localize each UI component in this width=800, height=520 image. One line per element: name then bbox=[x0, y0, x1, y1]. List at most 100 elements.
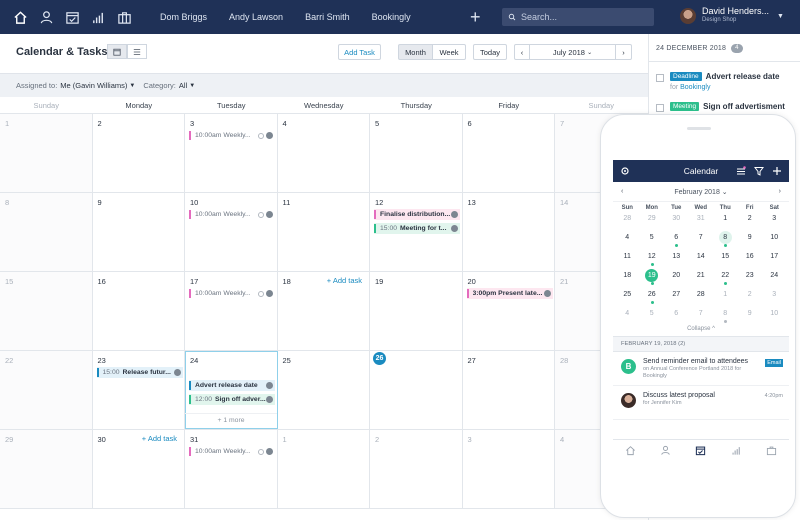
calendar-day[interactable]: 25 bbox=[278, 351, 370, 429]
calendar-event[interactable]: Advert release date bbox=[189, 380, 275, 391]
calendar-day[interactable]: 29 bbox=[0, 430, 93, 508]
phone-day[interactable]: 9 bbox=[738, 306, 763, 325]
more-events-link[interactable]: + 1 more bbox=[185, 413, 277, 424]
calendar-check-icon[interactable] bbox=[60, 0, 84, 34]
month-button[interactable]: Month bbox=[398, 44, 433, 60]
task-checkbox[interactable] bbox=[656, 74, 664, 82]
calendar-day[interactable]: 22 bbox=[0, 351, 93, 429]
plus-icon[interactable] bbox=[771, 165, 783, 177]
filter-icon[interactable] bbox=[753, 165, 765, 177]
calendar-day[interactable]: 17 10:00am Weekly... bbox=[185, 272, 278, 350]
phone-day[interactable]: 11 bbox=[615, 249, 640, 268]
calendar-day[interactable]: 6 bbox=[463, 114, 555, 192]
phone-day[interactable]: 22 bbox=[713, 268, 738, 287]
phone-day[interactable]: 5 bbox=[640, 230, 665, 249]
plus-icon[interactable]: + bbox=[470, 8, 481, 26]
bar-chart-icon[interactable] bbox=[731, 445, 742, 456]
briefcase-icon[interactable] bbox=[766, 445, 777, 456]
calendar-event[interactable]: 12:00 Sign off adver... bbox=[189, 394, 275, 405]
phone-day[interactable]: 21 bbox=[689, 268, 714, 287]
phone-day[interactable]: 3 bbox=[762, 211, 787, 230]
category-select[interactable]: All bbox=[179, 81, 187, 90]
task-checkbox[interactable] bbox=[656, 104, 664, 112]
phone-day[interactable]: 7 bbox=[689, 306, 714, 325]
calendar-day[interactable]: 10 10:00am Weekly... bbox=[185, 193, 278, 271]
phone-day[interactable]: 15 bbox=[713, 249, 738, 268]
list-view-button[interactable] bbox=[127, 44, 147, 59]
phone-day[interactable]: 8 bbox=[713, 306, 738, 325]
for-link[interactable]: Bookingly bbox=[680, 84, 710, 91]
nav-link-dom-briggs[interactable]: Dom Briggs bbox=[160, 12, 207, 22]
phone-day[interactable]: 2 bbox=[738, 211, 763, 230]
person-icon[interactable] bbox=[660, 445, 671, 456]
calendar-event[interactable]: 15:00 Meeting for t... bbox=[374, 223, 460, 234]
calendar-day-today[interactable]: 26 bbox=[370, 351, 463, 429]
agenda-item[interactable]: Deadline Advert release date for Bookingl… bbox=[656, 72, 780, 91]
calendar-day[interactable]: 18 + Add task bbox=[278, 272, 370, 350]
phone-day[interactable]: 3 bbox=[762, 287, 787, 306]
calendar-day[interactable]: 4 bbox=[278, 114, 370, 192]
calendar-day[interactable]: 2 bbox=[93, 114, 185, 192]
nav-link-andy-lawson[interactable]: Andy Lawson bbox=[229, 12, 283, 22]
calendar-event[interactable]: Finalise distribution... bbox=[374, 209, 460, 220]
phone-day[interactable]: 14 bbox=[689, 249, 714, 268]
calendar-day[interactable]: 12 Finalise distribution... 15:00 Meeting… bbox=[370, 193, 463, 271]
calendar-day[interactable]: 31 10:00am Weekly... bbox=[185, 430, 278, 508]
calendar-day[interactable]: 2 bbox=[370, 430, 463, 508]
phone-day[interactable]: 2 bbox=[738, 287, 763, 306]
phone-day[interactable]: 8 bbox=[713, 230, 738, 249]
phone-day[interactable]: 18 bbox=[615, 268, 640, 287]
phone-day[interactable]: 28 bbox=[689, 287, 714, 306]
phone-day[interactable]: 25 bbox=[615, 287, 640, 306]
calendar-day[interactable]: 1 bbox=[278, 430, 370, 508]
add-task-link[interactable]: + Add task bbox=[327, 276, 362, 285]
collapse-button[interactable]: Collapse ^ bbox=[613, 325, 789, 336]
calendar-view-button[interactable] bbox=[107, 44, 127, 59]
calendar-event[interactable]: 3:00pm Present late... bbox=[466, 288, 553, 299]
phone-day[interactable]: 27 bbox=[664, 287, 689, 306]
calendar-day[interactable]: 15 bbox=[0, 272, 93, 350]
calendar-day[interactable]: 19 bbox=[370, 272, 463, 350]
phone-day[interactable]: 20 bbox=[664, 268, 689, 287]
phone-day[interactable]: 17 bbox=[762, 249, 787, 268]
assigned-select[interactable]: Me (Gavin Williams) bbox=[60, 81, 127, 90]
user-menu[interactable]: David Henders... Design Shop ▼ bbox=[680, 7, 784, 25]
task-list-icon[interactable] bbox=[735, 165, 747, 177]
phone-day[interactable]: 29 bbox=[640, 211, 665, 230]
person-icon[interactable] bbox=[34, 0, 58, 34]
calendar-check-icon[interactable] bbox=[695, 445, 706, 456]
calendar-day[interactable]: 16 bbox=[93, 272, 185, 350]
calendar-day[interactable]: 20 3:00pm Present late... bbox=[463, 272, 555, 350]
phone-day[interactable]: 10 bbox=[762, 306, 787, 325]
today-button[interactable]: Today bbox=[473, 44, 507, 60]
phone-day[interactable]: 26 bbox=[640, 287, 665, 306]
calendar-day[interactable]: 1 bbox=[0, 114, 93, 192]
chevron-left-icon[interactable]: ‹ bbox=[514, 44, 530, 60]
phone-day[interactable]: 24 bbox=[762, 268, 787, 287]
phone-month-select[interactable]: February 2018 ⌄ bbox=[674, 188, 727, 196]
phone-day[interactable]: 7 bbox=[689, 230, 714, 249]
chevron-right-icon[interactable]: › bbox=[779, 188, 781, 195]
calendar-day[interactable]: 11 bbox=[278, 193, 370, 271]
nav-link-barri-smith[interactable]: Barri Smith bbox=[305, 12, 350, 22]
phone-day[interactable]: 6 bbox=[664, 306, 689, 325]
home-icon[interactable] bbox=[8, 0, 32, 34]
calendar-day[interactable]: 27 bbox=[463, 351, 555, 429]
phone-day[interactable]: 16 bbox=[738, 249, 763, 268]
calendar-event[interactable]: 10:00am Weekly... bbox=[189, 209, 275, 220]
chevron-left-icon[interactable]: ‹ bbox=[621, 188, 623, 195]
calendar-day[interactable]: 8 bbox=[0, 193, 93, 271]
week-button[interactable]: Week bbox=[433, 44, 466, 60]
phone-day[interactable]: 4 bbox=[615, 230, 640, 249]
nav-link-bookingly[interactable]: Bookingly bbox=[372, 12, 411, 22]
home-icon[interactable] bbox=[625, 445, 636, 456]
month-select[interactable]: July 2018 ⌄ bbox=[530, 44, 616, 60]
briefcase-icon[interactable] bbox=[112, 0, 136, 34]
calendar-day[interactable]: 30 + Add task bbox=[93, 430, 185, 508]
phone-agenda-item[interactable]: B Send reminder email to attendees on An… bbox=[613, 352, 789, 386]
calendar-day[interactable]: 5 bbox=[370, 114, 463, 192]
phone-day[interactable]: 30 bbox=[664, 211, 689, 230]
phone-day[interactable]: 31 bbox=[689, 211, 714, 230]
phone-agenda-item[interactable]: Discuss latest proposal for Jennifer Kim… bbox=[613, 386, 789, 420]
phone-day[interactable]: 13 bbox=[664, 249, 689, 268]
